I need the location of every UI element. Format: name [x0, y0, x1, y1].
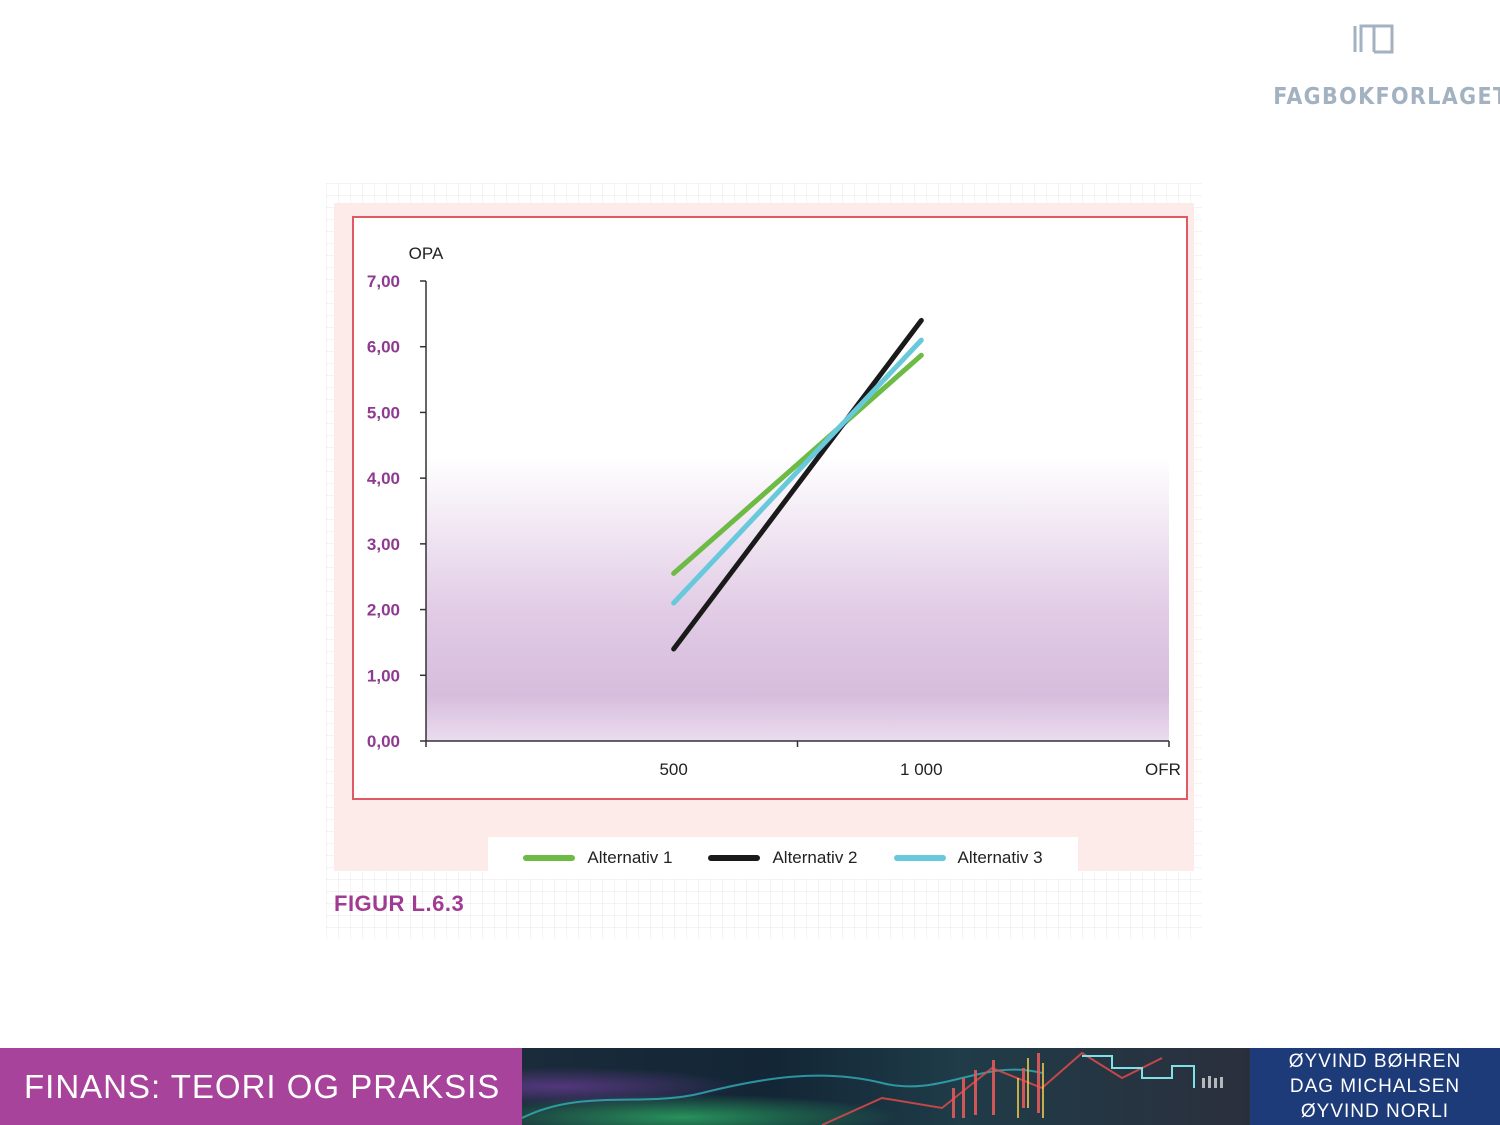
y-tick-label: 5,00	[367, 403, 400, 422]
y-tick-label: 2,00	[367, 601, 400, 620]
footer-stock-chart-image	[522, 1048, 1250, 1125]
footer-bar: FINANS: TEORI OG PRAKSIS ØYVIND BØHREN D…	[0, 1048, 1500, 1125]
legend-label: Alternativ 2	[772, 848, 858, 867]
y-tick-label: 0,00	[367, 732, 400, 751]
open-book-icon	[1353, 24, 1394, 54]
x-tick-label: 1 000	[900, 760, 943, 779]
y-tick-label: 6,00	[367, 338, 400, 357]
y-axis-label: OPA	[409, 244, 444, 263]
legend-swatch-alternativ-3	[893, 855, 946, 861]
legend-item-alternativ-1: Alternativ 1	[523, 848, 672, 868]
legend-item-alternativ-3: Alternativ 3	[893, 848, 1043, 868]
legend-item-alternativ-2: Alternativ 2	[708, 848, 858, 868]
stock-chart-decoration	[522, 1048, 1250, 1125]
author-name: ØYVIND NORLI	[1300, 1101, 1450, 1122]
legend-label: Alternativ 1	[587, 848, 673, 867]
legend-swatch-alternativ-1	[523, 855, 576, 861]
y-tick-label: 3,00	[367, 535, 400, 554]
line-chart: 0,00 1,00 2,00 3,00 4,00 5,00 6,00 7,00 500 1 000…	[367, 244, 1181, 779]
plot-background	[426, 281, 1169, 741]
chart-frame: 0,00 1,00 2,00 3,00 4,00 5,00 6,00 7,00 500 1 000…	[352, 216, 1188, 800]
x-axis-label: OFR	[1145, 760, 1181, 779]
author-list: ØYVIND BØHREN DAG MICHALSEN ØYVIND NORLI	[1250, 1048, 1500, 1125]
y-tick-label: 1,00	[367, 666, 400, 685]
legend-label: Alternativ 3	[957, 848, 1043, 867]
publisher-name: FAGBOKFORLAGET	[1273, 84, 1500, 110]
chart-legend: Alternativ 1 Alternativ 2 Alternativ 3	[488, 837, 1078, 879]
y-tick-label: 4,00	[367, 469, 400, 488]
y-tick-label: 7,00	[367, 272, 400, 291]
author-name: ØYVIND BØHREN	[1288, 1051, 1462, 1072]
x-tick-label: 500	[659, 760, 687, 779]
figure-caption: FIGUR L.6.3	[334, 891, 465, 916]
publisher-logo: FAGBOKFORLAGET	[1262, 20, 1500, 110]
author-name: DAG MICHALSEN	[1289, 1076, 1461, 1097]
footer-title-box: FINANS: TEORI OG PRAKSIS	[0, 1048, 522, 1125]
book-title: FINANS: TEORI OG PRAKSIS	[24, 1067, 501, 1105]
figure: 0,00 1,00 2,00 3,00 4,00 5,00 6,00 7,00 500 1 000…	[326, 183, 1202, 939]
legend-swatch-alternativ-2	[708, 855, 761, 861]
figure-panel: 0,00 1,00 2,00 3,00 4,00 5,00 6,00 7,00 500 1 000…	[334, 203, 1194, 879]
